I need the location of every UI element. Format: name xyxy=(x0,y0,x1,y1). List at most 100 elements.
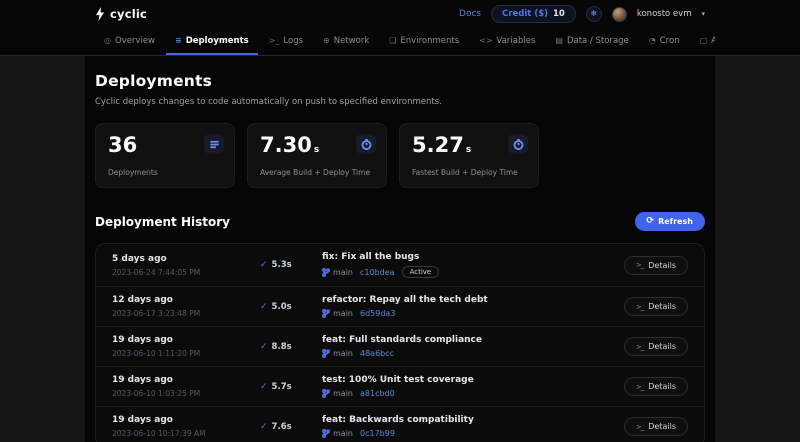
stat-card: 5.27s Fastest Build + Deploy Time xyxy=(399,123,539,188)
details-label: Details xyxy=(648,261,676,270)
details-label: Details xyxy=(648,302,676,311)
nav-tab-label: Auth xyxy=(711,36,715,46)
nav-tab[interactable]: ▢ Auth xyxy=(691,28,715,55)
nav-tab-label: Environments xyxy=(400,36,459,46)
logo-text: cyclic xyxy=(110,7,147,21)
commit-hash[interactable]: a81cbd0 xyxy=(360,389,395,398)
app-window: cyclic Docs Credit ($) 10 ❄ konosto evm … xyxy=(0,0,800,442)
deployment-row: 19 days ago 2023-06-10 1:11:20 PM ✓ 8.8s… xyxy=(96,327,704,367)
relative-time: 19 days ago xyxy=(112,335,260,345)
git-branch-icon xyxy=(322,389,330,398)
nav-tab-label: Logs xyxy=(283,36,303,46)
refresh-label: Refresh xyxy=(658,217,693,226)
terminal-icon: >_ xyxy=(636,423,643,431)
build-duration: 5.7s xyxy=(272,382,292,392)
nav-tab[interactable]: ❏ Environments xyxy=(380,28,468,55)
topbar-right: Docs Credit ($) 10 ❄ konosto evm ▾ xyxy=(459,5,705,23)
deployment-row: 19 days ago 2023-06-10 1:03:25 PM ✓ 5.7s… xyxy=(96,367,704,407)
page-title: Deployments xyxy=(95,72,705,90)
commit-hash[interactable]: 0c17b99 xyxy=(360,429,395,438)
terminal-icon: >_ xyxy=(636,383,643,391)
main-content: Deployments Cyclic deploys changes to co… xyxy=(85,56,715,442)
theme-toggle-icon[interactable]: ❄ xyxy=(586,6,602,22)
variables-icon: <> xyxy=(479,36,492,45)
details-label: Details xyxy=(648,342,676,351)
build-duration: 7.6s xyxy=(272,422,292,432)
nav-tab[interactable]: <> Variables xyxy=(470,28,544,55)
nav-tab[interactable]: ≡ Deployments xyxy=(166,28,258,55)
stat-value: 5.27 xyxy=(412,133,464,157)
success-check-icon: ✓ xyxy=(260,382,268,392)
timestamp: 2023-06-24 7:44:05 PM xyxy=(112,268,260,277)
app-logo[interactable]: cyclic xyxy=(95,7,147,21)
commit-message: test: 100% Unit test coverage xyxy=(322,375,624,385)
commit-message: feat: Full standards compliance xyxy=(322,335,624,345)
deployments-icon: ≡ xyxy=(175,36,182,45)
stat-unit: s xyxy=(466,145,471,155)
details-button[interactable]: >_ Details xyxy=(624,417,688,436)
relative-time: 12 days ago xyxy=(112,295,260,305)
nav-tabs: ◎ Overview ≡ Deployments >_ Logs ⊕ Netwo… xyxy=(85,28,715,55)
credit-button[interactable]: Credit ($) 10 xyxy=(491,5,576,23)
overview-icon: ◎ xyxy=(104,36,111,45)
deployment-list: 5 days ago 2023-06-24 7:44:05 PM ✓ 5.3s … xyxy=(95,243,705,442)
success-check-icon: ✓ xyxy=(260,342,268,352)
nav-tab[interactable]: >_ Logs xyxy=(260,28,312,55)
nav-tab[interactable]: ◔ Cron xyxy=(640,28,689,55)
nav-tab[interactable]: ▤ Data / Storage xyxy=(546,28,637,55)
network-icon: ⊕ xyxy=(323,36,330,45)
username: konosto evm xyxy=(637,9,692,19)
commit-message: refactor: Repay all the tech debt xyxy=(322,295,624,305)
avatar[interactable] xyxy=(612,7,627,22)
deployment-row: 19 days ago 2023-06-10 10:17:39 AM ✓ 7.6… xyxy=(96,407,704,442)
branch-name: main xyxy=(333,389,353,398)
git-branch-icon xyxy=(322,309,330,318)
history-title: Deployment History xyxy=(95,215,230,229)
stat-card: 7.30s Average Build + Deploy Time xyxy=(247,123,387,188)
nav-tab-label: Data / Storage xyxy=(567,36,629,46)
nav-tab-label: Cron xyxy=(660,36,680,46)
commit-hash[interactable]: 48a6bcc xyxy=(360,349,394,358)
git-branch-icon xyxy=(322,349,330,358)
status-badge: Active xyxy=(402,266,440,278)
build-duration: 5.0s xyxy=(272,302,292,312)
refresh-button[interactable]: ⟳ Refresh xyxy=(635,212,705,231)
git-branch-icon xyxy=(322,429,330,438)
success-check-icon: ✓ xyxy=(260,260,268,270)
docs-link[interactable]: Docs xyxy=(459,9,481,19)
credit-value: 10 xyxy=(553,9,565,19)
credit-label: Credit ($) xyxy=(502,9,548,19)
details-button[interactable]: >_ Details xyxy=(624,256,688,275)
commit-hash[interactable]: 6d59da3 xyxy=(360,309,395,318)
cron-icon: ◔ xyxy=(649,36,656,45)
details-button[interactable]: >_ Details xyxy=(624,337,688,356)
lightning-bolt-icon xyxy=(95,7,105,21)
details-label: Details xyxy=(648,422,676,431)
stat-label: Average Build + Deploy Time xyxy=(260,168,374,177)
timestamp: 2023-06-10 1:03:25 PM xyxy=(112,389,260,398)
nav-tab[interactable]: ◎ Overview xyxy=(95,28,164,55)
chevron-down-icon[interactable]: ▾ xyxy=(701,10,705,18)
branch-name: main xyxy=(333,268,353,277)
nav-tab[interactable]: ⊕ Network xyxy=(314,28,378,55)
environments-icon: ❏ xyxy=(389,36,396,45)
details-button[interactable]: >_ Details xyxy=(624,297,688,316)
commit-message: fix: Fix all the bugs xyxy=(322,252,624,262)
deployment-row: 5 days ago 2023-06-24 7:44:05 PM ✓ 5.3s … xyxy=(96,244,704,287)
branch-name: main xyxy=(333,309,353,318)
stat-value: 7.30 xyxy=(260,133,312,157)
stat-unit: s xyxy=(314,145,319,155)
terminal-icon: >_ xyxy=(636,343,643,351)
git-branch-icon xyxy=(322,268,330,277)
nav-tab-label: Variables xyxy=(497,36,536,46)
commit-hash[interactable]: c10bdea xyxy=(360,268,395,277)
logs-icon: >_ xyxy=(269,36,280,45)
commit-message: feat: Backwards compatibility xyxy=(322,415,624,425)
deployments-icon xyxy=(209,139,220,150)
terminal-icon: >_ xyxy=(636,261,643,269)
relative-time: 19 days ago xyxy=(112,375,260,385)
details-label: Details xyxy=(648,382,676,391)
branch-name: main xyxy=(333,349,353,358)
success-check-icon: ✓ xyxy=(260,422,268,432)
details-button[interactable]: >_ Details xyxy=(624,377,688,396)
